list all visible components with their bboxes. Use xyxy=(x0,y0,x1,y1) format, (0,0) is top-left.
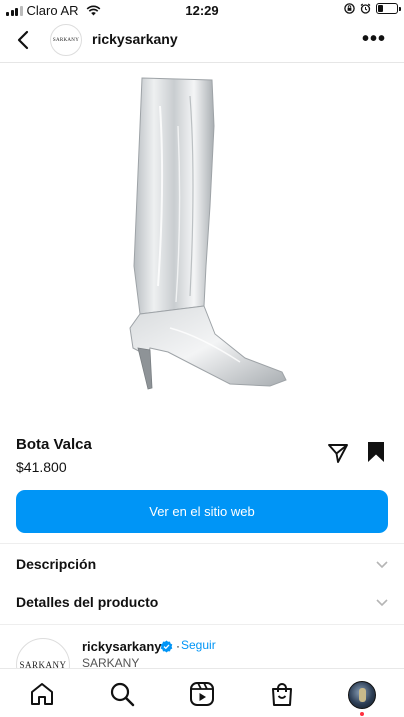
screen-lock-icon xyxy=(344,3,355,14)
details-label: Detalles del producto xyxy=(16,594,159,610)
notification-dot xyxy=(360,712,364,716)
bookmark-icon[interactable] xyxy=(366,441,386,463)
description-row[interactable]: Descripción xyxy=(16,552,388,576)
verified-badge-icon xyxy=(160,640,173,653)
view-website-button[interactable]: Ver en el sitio web xyxy=(16,490,388,533)
reels-icon[interactable] xyxy=(189,681,215,707)
profile-username[interactable]: rickysarkany xyxy=(82,639,162,654)
header-avatar[interactable]: SARKANY xyxy=(50,24,82,56)
section-divider xyxy=(0,543,404,544)
back-icon[interactable] xyxy=(12,28,36,52)
shop-icon[interactable] xyxy=(269,681,295,707)
chevron-down-icon xyxy=(376,561,388,569)
battery-icon xyxy=(376,3,401,14)
header-divider xyxy=(0,62,404,63)
profile-nav-avatar[interactable] xyxy=(348,681,376,709)
product-price: $41.800 xyxy=(16,459,67,475)
alarm-icon xyxy=(360,3,371,14)
separator-dot: · xyxy=(176,639,180,653)
product-name: Bota Valca xyxy=(16,436,92,453)
follow-button[interactable]: Seguir xyxy=(181,638,216,652)
search-icon[interactable] xyxy=(109,681,135,707)
header-username[interactable]: rickysarkany xyxy=(92,31,178,47)
chevron-down-icon xyxy=(376,599,388,607)
battery-fill xyxy=(378,5,384,12)
details-row[interactable]: Detalles del producto xyxy=(16,590,388,614)
status-bar: Claro AR 12:29 xyxy=(0,0,404,20)
home-icon[interactable] xyxy=(29,681,55,707)
post-header: SARKANY rickysarkany ••• xyxy=(0,22,404,60)
description-label: Descripción xyxy=(16,556,97,572)
more-icon[interactable]: ••• xyxy=(362,29,386,49)
bottom-nav xyxy=(0,668,404,717)
status-right xyxy=(344,3,401,14)
send-icon[interactable] xyxy=(326,441,350,465)
section-divider xyxy=(0,624,404,625)
product-image[interactable] xyxy=(0,66,404,411)
